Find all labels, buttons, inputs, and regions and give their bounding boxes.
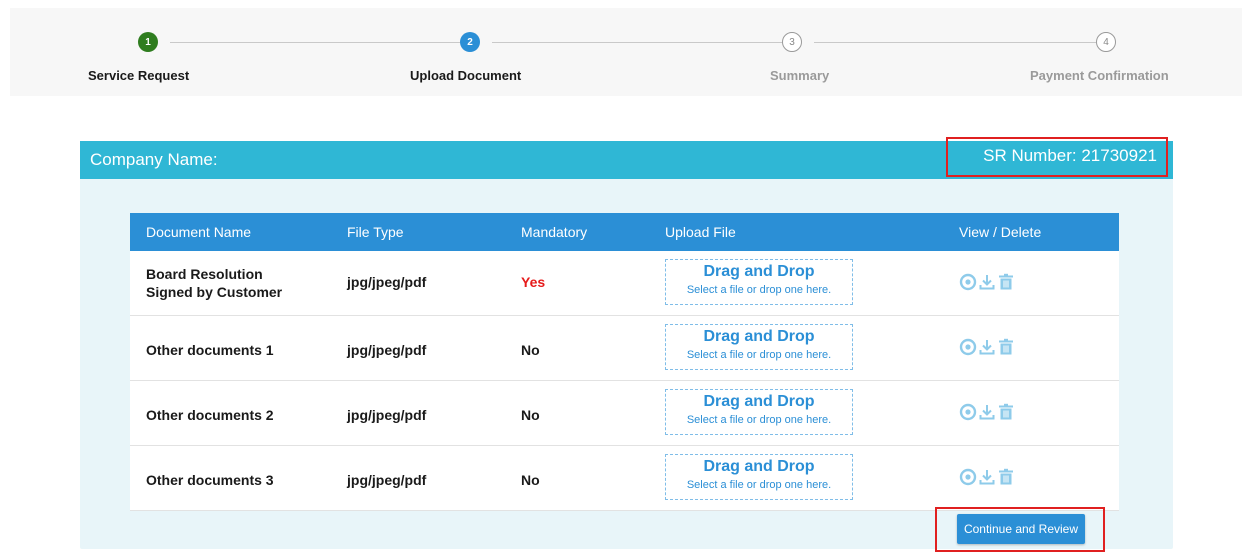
step-2-indicator: 2 <box>460 32 480 52</box>
continue-and-review-button[interactable]: Continue and Review <box>957 514 1085 544</box>
row-actions <box>959 338 1015 356</box>
step-4-indicator: 4 <box>1096 32 1116 52</box>
step-3-indicator: 3 <box>782 32 802 52</box>
table-header: Document Name File Type Mandatory Upload… <box>130 213 1119 251</box>
step-4-label: Payment Confirmation <box>1030 68 1169 83</box>
delete-icon[interactable] <box>997 273 1015 291</box>
download-icon[interactable] <box>978 403 996 421</box>
table-row: Other documents 3 jpg/jpeg/pdf No Drag a… <box>130 446 1119 511</box>
dropzone-title: Drag and Drop <box>703 458 815 475</box>
col-file-type: File Type <box>347 224 404 240</box>
file-type: jpg/jpeg/pdf <box>347 342 427 358</box>
col-document-name: Document Name <box>146 224 252 240</box>
dropzone-subtitle: Select a file or drop one here. <box>686 414 832 426</box>
document-name: Other documents 2 <box>146 407 274 423</box>
mandatory-value: No <box>521 407 540 423</box>
document-name: Other documents 1 <box>146 342 274 358</box>
company-name-label: Company Name: <box>90 150 218 169</box>
upload-dropzone[interactable]: Drag and Drop Select a file or drop one … <box>665 454 853 500</box>
dropzone-subtitle: Select a file or drop one here. <box>686 284 832 296</box>
row-actions <box>959 468 1015 486</box>
step-2-label: Upload Document <box>410 68 522 83</box>
panel-header: Company Name: SR Number: 21730921 <box>80 137 1173 179</box>
view-icon[interactable] <box>959 273 977 291</box>
table-row: Board Resolution Signed by Customer jpg/… <box>130 251 1119 316</box>
mandatory-value: No <box>521 342 540 358</box>
dropzone-title: Drag and Drop <box>703 393 815 410</box>
sr-number-highlight: SR Number: 21730921 <box>946 137 1168 177</box>
continue-highlight: Continue and Review <box>935 507 1105 552</box>
view-icon[interactable] <box>959 403 977 421</box>
step-1-label: Service Request <box>88 68 190 83</box>
upload-dropzone[interactable]: Drag and Drop Select a file or drop one … <box>665 389 853 435</box>
download-icon[interactable] <box>978 338 996 356</box>
file-type: jpg/jpeg/pdf <box>347 274 427 290</box>
download-icon[interactable] <box>978 273 996 291</box>
progress-stepper: 1 2 3 4 Service Request Upload Document … <box>10 8 1242 96</box>
view-icon[interactable] <box>959 338 977 356</box>
row-actions <box>959 403 1015 421</box>
download-icon[interactable] <box>978 468 996 486</box>
row-actions <box>959 273 1015 291</box>
file-type: jpg/jpeg/pdf <box>347 407 427 423</box>
col-upload-file: Upload File <box>665 224 736 240</box>
step-1-indicator: 1 <box>138 32 158 52</box>
sr-number: SR Number: 21730921 <box>983 146 1157 165</box>
mandatory-value: No <box>521 472 540 488</box>
table-row: Other documents 1 jpg/jpeg/pdf No Drag a… <box>130 316 1119 381</box>
dropzone-subtitle: Select a file or drop one here. <box>686 349 832 361</box>
table-row: Other documents 2 jpg/jpeg/pdf No Drag a… <box>130 381 1119 446</box>
document-name: Board Resolution Signed by Customer <box>146 266 283 300</box>
step-connector <box>814 42 1096 43</box>
delete-icon[interactable] <box>997 403 1015 421</box>
view-icon[interactable] <box>959 468 977 486</box>
col-mandatory: Mandatory <box>521 224 588 240</box>
document-upload-panel: Company Name: SR Number: 21730921 Docume… <box>80 137 1173 552</box>
dropzone-subtitle: Select a file or drop one here. <box>686 479 832 491</box>
delete-icon[interactable] <box>997 468 1015 486</box>
file-type: jpg/jpeg/pdf <box>347 472 427 488</box>
upload-dropzone[interactable]: Drag and Drop Select a file or drop one … <box>665 324 853 370</box>
delete-icon[interactable] <box>997 338 1015 356</box>
dropzone-title: Drag and Drop <box>703 328 815 345</box>
dropzone-title: Drag and Drop <box>703 263 815 280</box>
upload-dropzone[interactable]: Drag and Drop Select a file or drop one … <box>665 259 853 305</box>
documents-table: Document Name File Type Mandatory Upload… <box>130 213 1119 511</box>
step-connector <box>170 42 462 43</box>
step-connector <box>492 42 784 43</box>
mandatory-value: Yes <box>521 274 546 290</box>
document-name: Other documents 3 <box>146 472 274 488</box>
step-3-label: Summary <box>770 68 830 83</box>
col-view-delete: View / Delete <box>959 224 1042 240</box>
